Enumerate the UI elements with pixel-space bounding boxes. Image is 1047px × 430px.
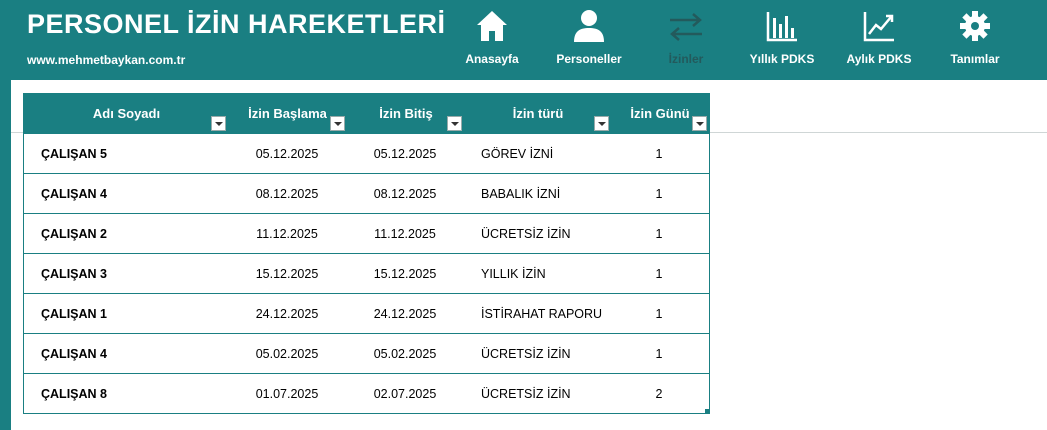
left-accent-strip: [0, 80, 11, 430]
cell-leave-type: ÜCRETSİZ İZİN: [481, 227, 571, 241]
nav-leaves-button[interactable]: İzinler: [636, 8, 736, 72]
cell-name: ÇALIŞAN 1: [41, 307, 107, 321]
cell-start-date: 08.12.2025: [255, 187, 319, 201]
col-header-type: İzin türü: [512, 106, 564, 121]
filter-dropdown-end[interactable]: [447, 116, 462, 131]
table-row[interactable]: ÇALIŞAN 4 08.12.2025 08.12.2025 BABALIK …: [24, 174, 709, 214]
cell-start-date: 01.07.2025: [255, 387, 319, 401]
cell-start-date: 24.12.2025: [255, 307, 319, 321]
table-row[interactable]: ÇALIŞAN 8 01.07.2025 02.07.2025 ÜCRETSİZ…: [24, 374, 709, 414]
cell-days: 1: [655, 187, 663, 201]
cell-days: 1: [655, 267, 663, 281]
leave-table: Adı Soyadı İzin Başlama İzin Bitiş İzin …: [23, 93, 710, 414]
gear-icon: [960, 11, 990, 41]
cell-leave-type: BABALIK İZNİ: [481, 187, 561, 201]
cell-leave-type: GÖREV İZNİ: [481, 147, 554, 161]
filter-dropdown-days[interactable]: [692, 116, 707, 131]
cell-days: 1: [655, 147, 663, 161]
cell-days: 2: [655, 387, 663, 401]
cell-start-date: 15.12.2025: [255, 267, 319, 281]
cell-start-date: 05.02.2025: [255, 347, 319, 361]
nav-leaves-label: İzinler: [668, 52, 704, 66]
cell-days: 1: [655, 347, 663, 361]
cell-name: ÇALIŞAN 4: [41, 347, 107, 361]
cell-end-date: 08.12.2025: [373, 187, 437, 201]
table-row[interactable]: ÇALIŞAN 3 15.12.2025 15.12.2025 YILLIK İ…: [24, 254, 709, 294]
cell-name: ÇALIŞAN 4: [41, 187, 107, 201]
nav-monthly-pdks-button[interactable]: Aylık PDKS: [829, 8, 929, 72]
cell-end-date: 15.12.2025: [373, 267, 437, 281]
cell-end-date: 02.07.2025: [373, 387, 437, 401]
cell-days: 1: [655, 227, 663, 241]
app-header: PERSONEL İZİN HAREKETLERİ www.mehmetbayk…: [0, 0, 1047, 80]
nav-yearly-pdks-button[interactable]: Yıllık PDKS: [732, 8, 832, 72]
col-header-end: İzin Bitiş: [379, 106, 433, 121]
home-icon: [477, 11, 507, 41]
nav-home-button[interactable]: Anasayfa: [442, 8, 542, 72]
cell-leave-type: ÜCRETSİZ İZİN: [481, 387, 571, 401]
table-row[interactable]: ÇALIŞAN 4 05.02.2025 05.02.2025 ÜCRETSİZ…: [24, 334, 709, 374]
nav-personnel-label: Personeller: [556, 52, 622, 66]
nav-monthly-pdks-label: Aylık PDKS: [846, 52, 912, 66]
nav-definitions-button[interactable]: Tanımlar: [925, 8, 1025, 72]
cell-leave-type: YILLIK İZİN: [481, 267, 546, 281]
cell-leave-type: ÜCRETSİZ İZİN: [481, 347, 571, 361]
filter-dropdown-type[interactable]: [594, 116, 609, 131]
table-header: Adı Soyadı İzin Başlama İzin Bitiş İzin …: [24, 94, 709, 134]
cell-name: ÇALIŞAN 8: [41, 387, 107, 401]
nav-personnel-button[interactable]: Personeller: [539, 8, 639, 72]
table-row[interactable]: ÇALIŞAN 1 24.12.2025 24.12.2025 İSTİRAHA…: [24, 294, 709, 334]
table-resize-handle[interactable]: [705, 409, 709, 413]
cell-end-date: 05.12.2025: [373, 147, 437, 161]
table-row[interactable]: ÇALIŞAN 2 11.12.2025 11.12.2025 ÜCRETSİZ…: [24, 214, 709, 254]
col-header-days: İzin Günü: [630, 106, 690, 121]
nav-yearly-pdks-label: Yıllık PDKS: [749, 52, 815, 66]
user-icon: [574, 10, 604, 42]
cell-start-date: 11.12.2025: [256, 227, 318, 241]
site-url[interactable]: www.mehmetbaykan.com.tr: [27, 53, 185, 67]
cell-name: ÇALIŞAN 2: [41, 227, 107, 241]
cell-end-date: 11.12.2025: [374, 227, 436, 241]
cell-leave-type: İSTİRAHAT RAPORU: [481, 307, 603, 321]
cell-name: ÇALIŞAN 5: [41, 147, 107, 161]
cell-days: 1: [655, 307, 663, 321]
cell-start-date: 05.12.2025: [255, 147, 319, 161]
bar-chart-icon: [766, 12, 797, 42]
page-title: PERSONEL İZİN HAREKETLERİ: [27, 9, 446, 39]
col-header-start: İzin Başlama: [248, 106, 327, 121]
cell-end-date: 05.02.2025: [373, 347, 437, 361]
cell-name: ÇALIŞAN 3: [41, 267, 107, 281]
cell-end-date: 24.12.2025: [373, 307, 437, 321]
swap-arrows-icon: [670, 13, 702, 41]
filter-dropdown-start[interactable]: [330, 116, 345, 131]
nav-definitions-label: Tanımlar: [950, 52, 1000, 66]
table-row[interactable]: ÇALIŞAN 5 05.12.2025 05.12.2025 GÖREV İZ…: [24, 134, 709, 174]
line-chart-icon: [863, 12, 894, 42]
nav-home-label: Anasayfa: [465, 52, 519, 66]
col-header-name: Adı Soyadı: [92, 106, 161, 121]
filter-dropdown-name[interactable]: [211, 116, 226, 131]
